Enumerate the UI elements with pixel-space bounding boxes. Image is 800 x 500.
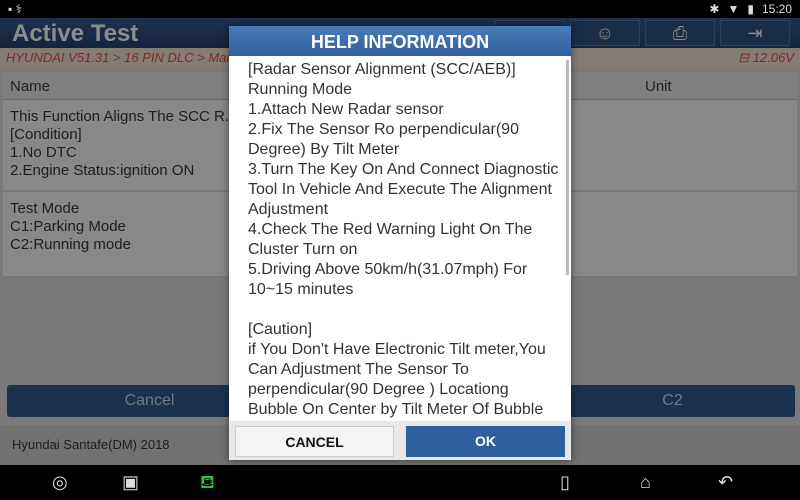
page-title: Active Test [12, 20, 139, 47]
dialog-body[interactable]: [Radar Sensor Alignment (SCC/AEB)] Runni… [229, 56, 571, 421]
scrollbar[interactable] [566, 60, 569, 275]
dialog-ok-button[interactable]: OK [406, 426, 565, 457]
status-bar: ▪ ⚕ ✱ ▼ ▮ 15:20 [0, 0, 800, 18]
bluetooth-icon: ✱ [709, 2, 720, 16]
voltage-readout: ⊟ 12.06V [738, 50, 794, 65]
exit-button[interactable]: ⇥ [720, 20, 790, 46]
help-dialog: HELP INFORMATION [Radar Sensor Alignment… [229, 26, 571, 460]
back-icon[interactable]: ↶ [718, 472, 733, 493]
support-button[interactable]: ☺ [570, 20, 640, 46]
home-icon[interactable]: ⌂ [640, 472, 651, 493]
notification-icons: ▪ ⚕ [8, 2, 23, 16]
dialog-title: HELP INFORMATION [229, 26, 571, 56]
gallery-icon[interactable]: ▣ [122, 472, 139, 493]
printer-icon: ⎙ [672, 23, 688, 43]
c2-button[interactable]: C2 [550, 385, 795, 417]
clock: 15:20 [761, 2, 792, 16]
wifi-icon: ▼ [727, 2, 740, 16]
headset-icon: ☺ [595, 23, 615, 43]
recents-icon[interactable]: ▯ [560, 472, 570, 493]
battery-icon: ▮ [747, 2, 754, 16]
vci-icon[interactable]: ⛾ [200, 472, 215, 496]
exit-icon: ⇥ [747, 23, 763, 43]
dialog-cancel-button[interactable]: CANCEL [235, 426, 394, 457]
nav-bar: ◎ ▣ ⛾ ▯ ⌂ ↶ [0, 465, 800, 500]
browser-icon[interactable]: ◎ [52, 472, 68, 493]
battery-icon: ⊟ [738, 50, 753, 65]
print-button[interactable]: ⎙ [645, 20, 715, 46]
